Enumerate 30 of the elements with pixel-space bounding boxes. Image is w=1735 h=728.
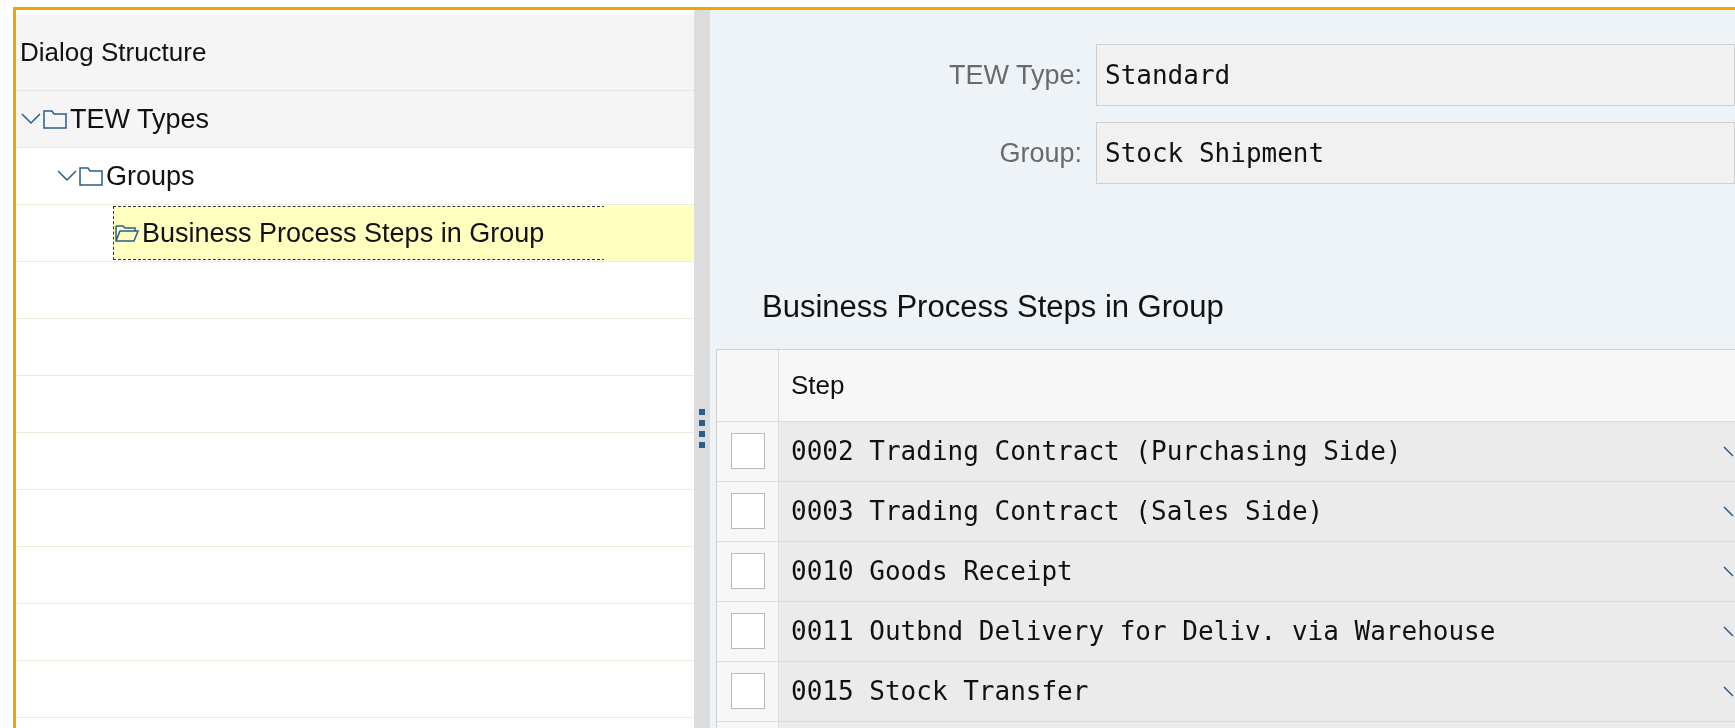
row-checkbox[interactable] <box>730 613 765 649</box>
chevron-down-icon[interactable] <box>56 169 78 183</box>
table-cell-text: 0010 Goods Receipt <box>791 554 1073 588</box>
field-label: TEW Type: <box>947 58 1083 92</box>
dropdown-caret-icon[interactable] <box>1723 564 1735 578</box>
tree-item[interactable]: Business Process Steps in Group <box>114 207 604 259</box>
row-checkbox[interactable] <box>730 493 765 529</box>
text-field[interactable]: Stock Shipment <box>1096 122 1735 184</box>
row-checkbox[interactable] <box>730 433 765 469</box>
folder-icon <box>78 165 104 187</box>
table-cell-text: 0015 Stock Transfer <box>791 674 1089 708</box>
panel-title: Dialog Structure <box>20 36 207 69</box>
field-label: Group: <box>998 136 1083 170</box>
table-cell-text: 0003 Trading Contract (Sales Side) <box>791 494 1324 528</box>
dropdown-caret-icon[interactable] <box>1723 504 1735 518</box>
drag-handle-icon[interactable] <box>699 409 705 449</box>
dropdown-caret-icon[interactable] <box>1723 444 1735 458</box>
dropdown-caret-icon[interactable] <box>1723 624 1735 638</box>
folder-icon <box>42 108 68 130</box>
section-title: Business Process Steps in Group <box>762 288 1225 326</box>
tree-item[interactable]: Groups <box>78 150 199 202</box>
text-field[interactable]: Standard <box>1096 44 1735 106</box>
table-cell-text: 0002 Trading Contract (Purchasing Side) <box>791 434 1402 468</box>
open-folder-icon <box>114 222 140 244</box>
chevron-down-icon[interactable] <box>20 112 42 126</box>
row-checkbox[interactable] <box>730 673 765 709</box>
dropdown-caret-icon[interactable] <box>1723 684 1735 698</box>
column-header[interactable]: Step <box>779 349 1735 421</box>
row-checkbox[interactable] <box>730 553 765 589</box>
table-cell-text: 0011 Outbnd Delivery for Deliv. via Warehouse <box>791 614 1496 648</box>
